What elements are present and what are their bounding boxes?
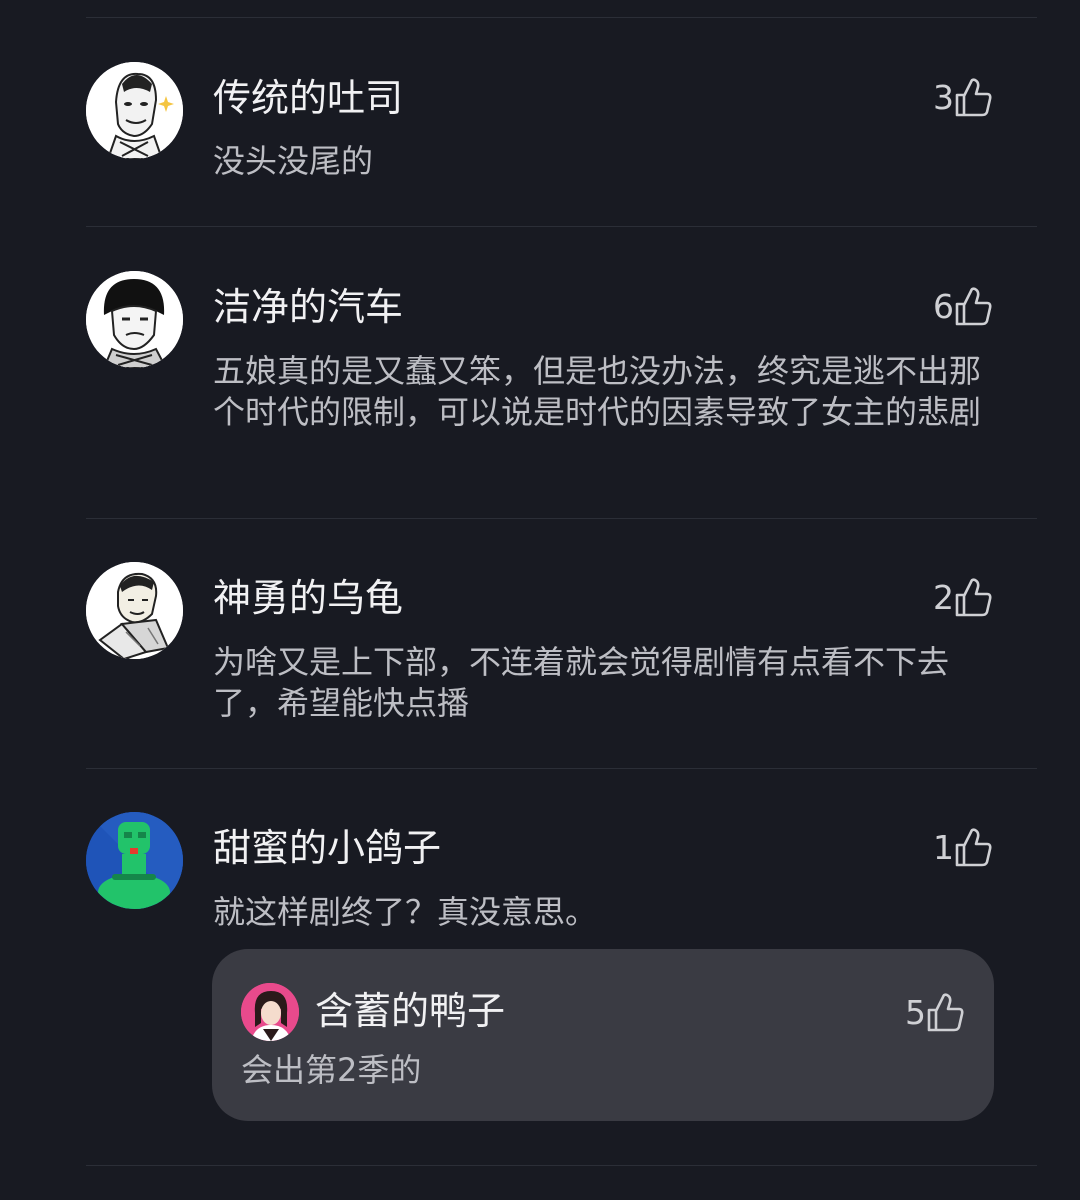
comment-content: 为啥又是上下部，不连着就会觉得剧情有点看不下去了，希望能快点播 (213, 643, 950, 722)
thumbs-up-icon (955, 828, 992, 867)
comment-username[interactable]: 神勇的乌龟 (213, 574, 403, 622)
avatar[interactable] (86, 812, 183, 909)
reply-content: 会出第2季的 (241, 1051, 422, 1089)
like-count: 2 (933, 578, 954, 617)
divider (86, 1165, 1037, 1166)
meme-face-avatar-icon (86, 562, 183, 659)
divider (86, 518, 1037, 519)
like-button[interactable]: 3 (933, 74, 992, 122)
like-button[interactable]: 6 (933, 283, 992, 331)
green-robot-avatar-icon (86, 812, 183, 909)
like-count: 5 (905, 993, 926, 1032)
comment-content: 就这样剧终了？真没意思。 (213, 893, 598, 931)
comment-content: 五娘真的是又蠢又笨，但是也没办法，终究是逃不出那个时代的限制，可以说是时代的因素… (213, 352, 982, 431)
divider (86, 17, 1037, 18)
avatar[interactable] (86, 62, 183, 159)
comment-content: 没头没尾的 (213, 142, 374, 180)
comment-username[interactable]: 洁净的汽车 (213, 283, 403, 331)
reply-username[interactable]: 含蓄的鸭子 (315, 987, 505, 1035)
like-button[interactable]: 2 (933, 574, 992, 622)
like-button[interactable]: 1 (933, 824, 992, 872)
like-count: 3 (933, 78, 954, 117)
reply-box[interactable]: 含蓄的鸭子 5 会出第2季的 (212, 949, 994, 1121)
comment-username[interactable]: 传统的吐司 (213, 74, 403, 122)
thumbs-up-icon (955, 578, 992, 617)
reply-avatar[interactable] (241, 983, 299, 1041)
thumbs-up-icon (927, 993, 964, 1032)
thumbs-up-icon (955, 78, 992, 117)
like-count: 1 (933, 828, 954, 867)
meme-face-avatar-icon (86, 62, 183, 159)
avatar[interactable] (86, 271, 183, 368)
divider (86, 768, 1037, 769)
meme-face-avatar-icon (86, 271, 183, 368)
divider (86, 226, 1037, 227)
avatar[interactable] (86, 562, 183, 659)
girl-avatar-icon (241, 983, 299, 1041)
like-count: 6 (933, 287, 954, 326)
comment-username[interactable]: 甜蜜的小鸽子 (213, 824, 441, 872)
thumbs-up-icon (955, 287, 992, 326)
reply-like-button[interactable]: 5 (905, 989, 964, 1037)
